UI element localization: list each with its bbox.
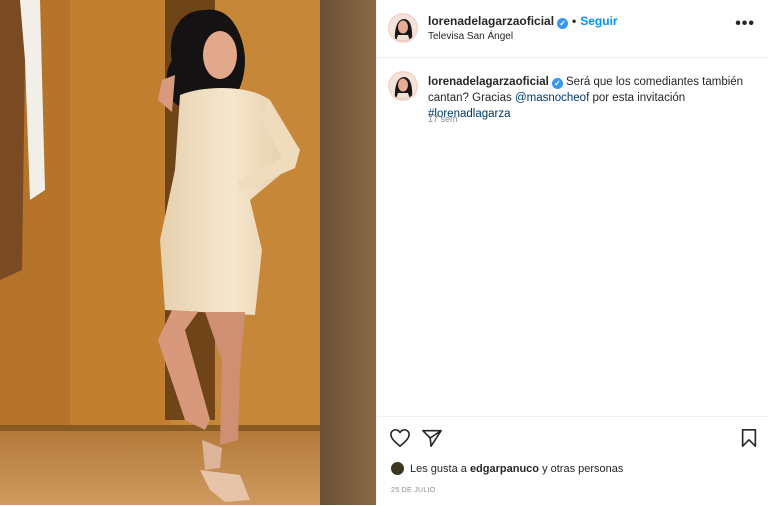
post-header: lorenadelagarzaoficial ✓ • Seguir Televisa …: [377, 0, 768, 58]
author-avatar[interactable]: [388, 13, 418, 43]
follow-button[interactable]: Seguir: [580, 14, 617, 28]
more-options-icon[interactable]: •••: [735, 15, 755, 33]
verified-badge-icon: ✓: [551, 78, 563, 89]
post-actions: Les gusta a edgarpanuco y otras personas…: [377, 416, 768, 506]
separator-dot: •: [572, 14, 577, 28]
caption-body-middle: por esta invitación: [592, 92, 686, 104]
caption-username[interactable]: lorenadelagarzaoficial: [428, 76, 549, 88]
caption-avatar[interactable]: [388, 71, 418, 101]
post-photo[interactable]: [0, 0, 376, 505]
post-side-panel: lorenadelagarzaoficial ✓ • Seguir Televisa …: [376, 0, 768, 505]
caption-time[interactable]: 17 sem: [428, 114, 458, 124]
verified-badge-icon: ✓: [557, 18, 569, 29]
share-icon[interactable]: [421, 428, 443, 453]
caption-text: lorenadelagarzaoficial ✓ Será que los com…: [428, 74, 758, 122]
author-line: lorenadelagarzaoficial ✓ • Seguir: [428, 14, 618, 29]
likes-summary: Les gusta a edgarpanuco y otras personas: [391, 462, 623, 475]
instagram-post: lorenadelagarzaoficial ✓ • Seguir Televisa …: [0, 0, 768, 505]
location-link[interactable]: Televisa San Ángel: [428, 31, 513, 42]
liker-username[interactable]: edgarpanuco: [470, 463, 539, 475]
post-date[interactable]: 25 DE JULIO: [391, 487, 436, 494]
caption-mention[interactable]: @masnocheof: [515, 92, 589, 104]
heart-icon[interactable]: [389, 428, 411, 453]
likes-prefix: Les gusta a: [410, 463, 467, 475]
author-username[interactable]: lorenadelagarzaoficial: [428, 14, 554, 28]
bookmark-icon[interactable]: [740, 428, 758, 453]
likes-suffix[interactable]: y otras personas: [542, 463, 623, 475]
photo-illustration: [0, 0, 376, 505]
liker-avatar[interactable]: [391, 462, 404, 475]
